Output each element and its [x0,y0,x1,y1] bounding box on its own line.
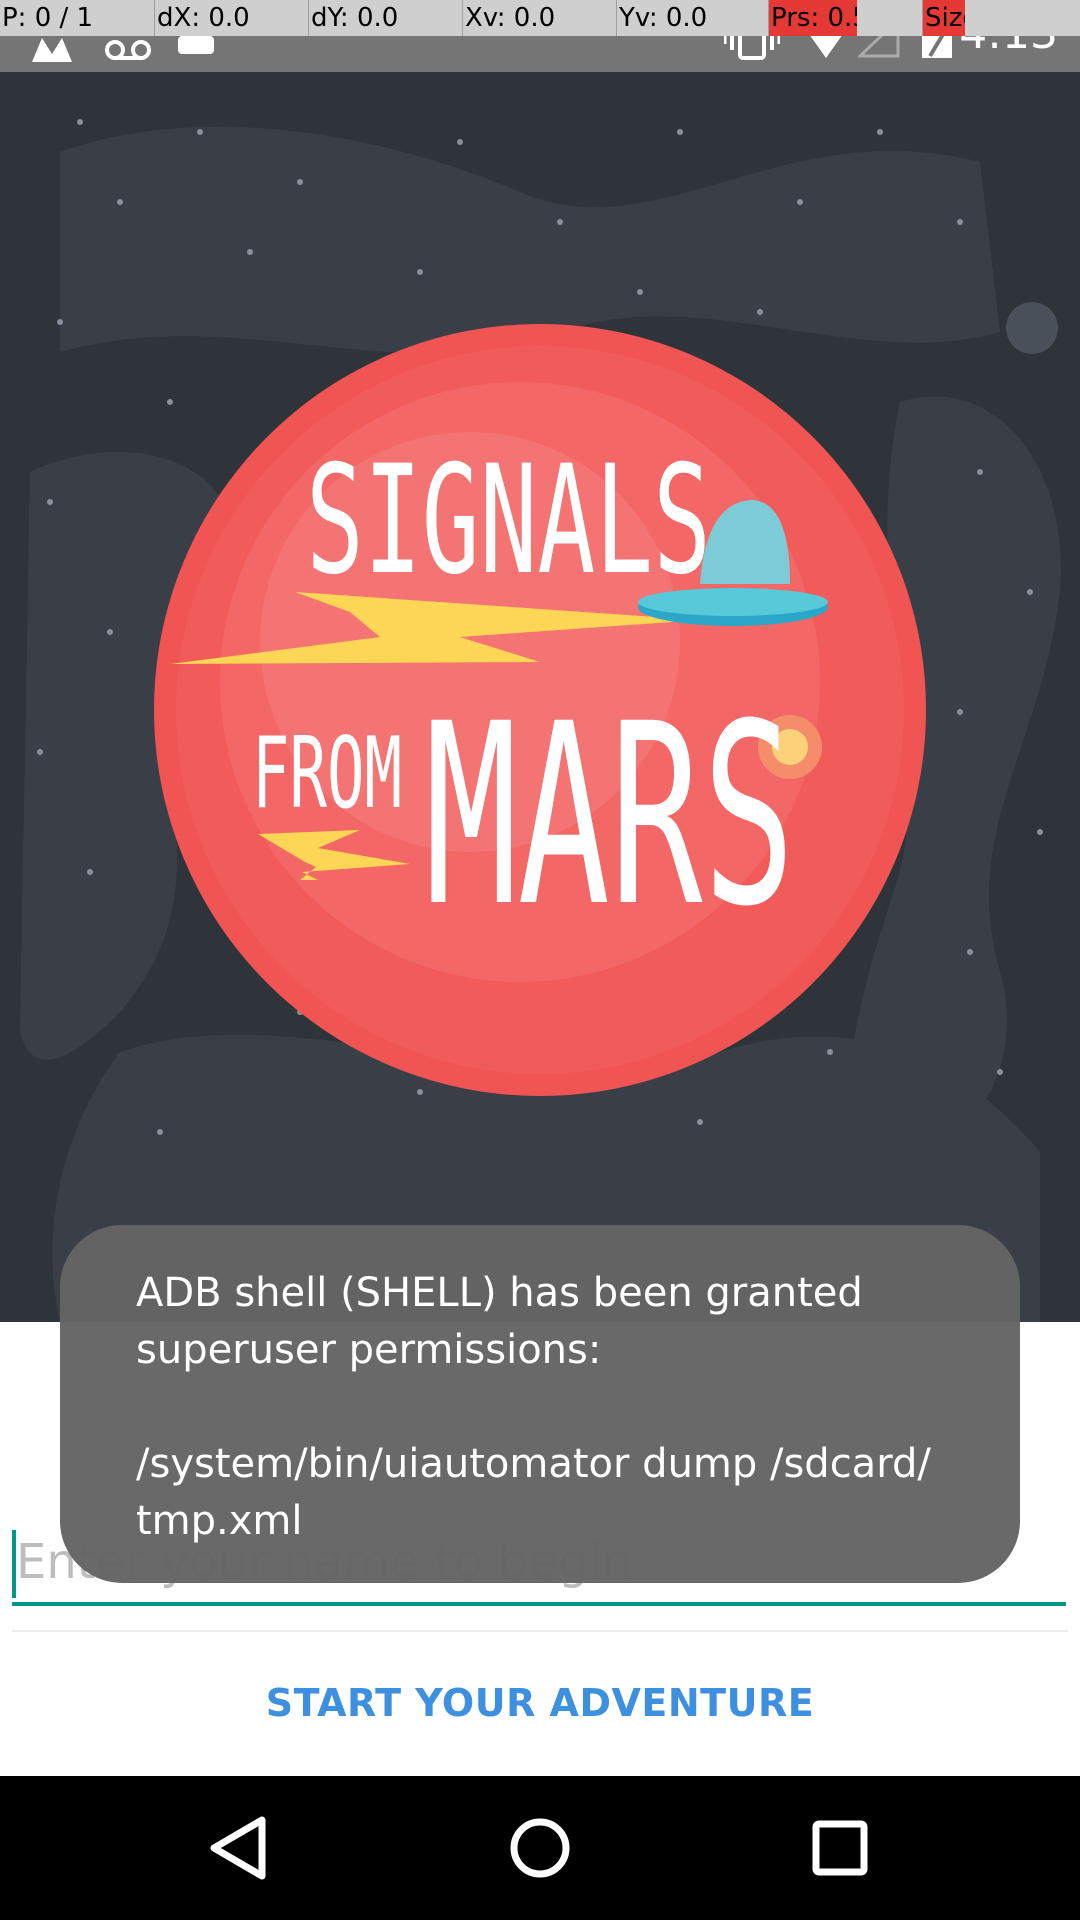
superuser-toast: ADB shell (SHELL) has been granted super… [60,1225,1020,1583]
pressure: Prs: 0.56 [769,0,857,36]
toast-line-2: superuser permissions: [136,1327,602,1373]
mars-illustration: SIGNALS FROM MARS [20,119,1061,1322]
start-adventure-button[interactable]: START YOUR ADVENTURE [0,1648,1080,1758]
toast-line-1: ADB shell (SHELL) has been granted [136,1270,863,1316]
back-icon [210,1816,266,1880]
toast-line-4: tmp.xml [136,1498,303,1544]
app-notification-icon [32,38,72,62]
home-button[interactable] [450,1776,630,1920]
back-button[interactable] [150,1776,330,1920]
pointer-count: P: 0 / 1 [2,3,94,33]
touch-size: Size: 0.27 [923,0,965,36]
home-icon [510,1818,570,1878]
logo-signals: SIGNALS [306,434,711,608]
signals-from-mars-header: SIGNALS FROM MARS [0,72,1080,1322]
voicemail-icon [105,40,151,60]
delta-x: dX: 0.0 [157,3,250,33]
logo-from: FROM [252,717,402,831]
logo-mars: MARS [425,670,795,961]
divider [12,1630,1068,1632]
android-debug-icon [178,36,214,54]
delta-y: dY: 0.0 [311,3,399,33]
navigation-bar [0,1776,1080,1920]
recents-button[interactable] [750,1776,930,1920]
x-velocity: Xv: 0.0 [465,3,556,33]
pointer-location-bar: P: 0 / 1 dX: 0.0 dY: 0.0 Xv: 0.0 Yv: 0.0… [0,0,1080,36]
y-velocity: Yv: 0.0 [619,3,708,33]
recents-icon [812,1820,868,1876]
toast-line-3: /system/bin/uiautomator dump /sdcard/ [136,1441,931,1487]
